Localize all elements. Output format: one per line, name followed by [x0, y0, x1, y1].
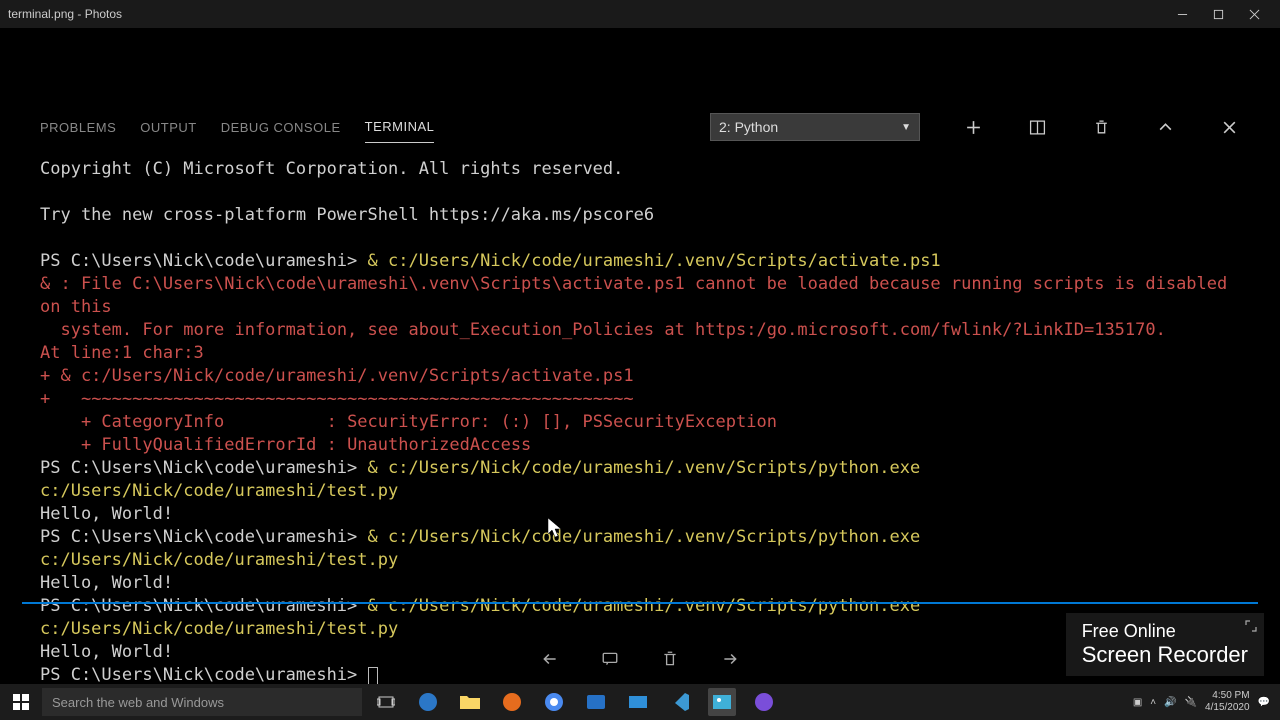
taskbar-apps: [372, 688, 778, 716]
maximize-panel-button[interactable]: [1154, 116, 1176, 138]
start-button[interactable]: [0, 684, 42, 720]
terminal-line: Copyright (C) Microsoft Corporation. All…: [40, 159, 623, 179]
windows-icon: [13, 694, 29, 710]
minimize-button[interactable]: [1164, 1, 1200, 27]
tab-output[interactable]: OUTPUT: [140, 112, 196, 143]
terminal-error-line: At line:1 char:3: [40, 343, 204, 363]
plus-icon: [965, 119, 982, 136]
firefox-app[interactable]: [498, 688, 526, 716]
terminal-error-line: + CategoryInfo :: [40, 412, 347, 432]
terminal-output-line: Hello, World!: [40, 504, 173, 524]
messenger-app[interactable]: [750, 688, 778, 716]
panel-divider[interactable]: [22, 602, 1258, 604]
folder-icon: [459, 693, 481, 711]
mail-app[interactable]: [624, 688, 652, 716]
terminal-error-line: ~~~~~~~~~~~~~~~~~~~~~~~~~~~~~~~~~~~~~~~~…: [50, 389, 633, 409]
tab-problems[interactable]: PROBLEMS: [40, 112, 116, 143]
watermark-line: Free Online: [1082, 621, 1248, 642]
terminal-error-line: + & c:/Users/Nick/code/urameshi/.venv/Sc…: [40, 366, 634, 386]
terminal-prompt: PS C:\Users\Nick\code\urameshi>: [40, 527, 368, 547]
close-icon: [1221, 119, 1238, 136]
chat-icon: [601, 650, 619, 668]
task-view-icon: [377, 693, 395, 711]
time: 4:50 PM: [1205, 690, 1250, 702]
photos-app[interactable]: [708, 688, 736, 716]
vscode-panel: PROBLEMS OUTPUT DEBUG CONSOLE TERMINAL 2…: [22, 108, 1258, 697]
powershell-app[interactable]: [582, 688, 610, 716]
tray-icon[interactable]: ▣: [1133, 697, 1142, 708]
arrow-left-icon: [541, 650, 559, 668]
date: 4/15/2020: [1205, 702, 1250, 714]
edge-icon: [417, 691, 439, 713]
notifications-icon[interactable]: 💬: [1258, 697, 1270, 708]
clock[interactable]: 4:50 PM 4/15/2020: [1205, 690, 1250, 714]
terminal-error-line: UnauthorizedAccess: [347, 435, 531, 455]
edge-app[interactable]: [414, 688, 442, 716]
new-terminal-button[interactable]: [962, 116, 984, 138]
terminal-error-line: & : File C:\Users\Nick\code\urameshi\.ve…: [40, 274, 1238, 317]
terminal-prompt: PS C:\Users\Nick\code\urameshi>: [40, 458, 368, 478]
chat-bubble-icon: [753, 691, 775, 713]
previous-button[interactable]: [539, 648, 561, 670]
close-icon: [1249, 9, 1260, 20]
arrow-right-icon: [721, 650, 739, 668]
tray-volume-icon[interactable]: 🔊: [1164, 697, 1176, 708]
split-layout-icon: [1029, 119, 1046, 136]
close-panel-button[interactable]: [1218, 116, 1240, 138]
photos-titlebar: terminal.png - Photos: [0, 0, 1280, 28]
terminal-prompt: PS C:\Users\Nick\code\urameshi>: [40, 596, 368, 616]
terminal-prompt: PS C:\Users\Nick\code\urameshi>: [40, 251, 368, 271]
trash-icon: [1093, 119, 1110, 136]
tab-debug-console[interactable]: DEBUG CONSOLE: [221, 112, 341, 143]
terminal-error-line: SecurityError: (:) [], PSSecurityExcepti…: [347, 412, 777, 432]
task-view-button[interactable]: [372, 688, 400, 716]
vscode-icon: [669, 691, 691, 713]
terminal-cursor: [368, 667, 378, 685]
terminal-selector-label: 2: Python: [719, 119, 778, 135]
terminal-error-line: + FullyQualifiedErrorId :: [40, 435, 347, 455]
firefox-icon: [501, 691, 523, 713]
file-explorer-app[interactable]: [456, 688, 484, 716]
terminal-error-line: +: [40, 389, 50, 409]
panel-tab-row: PROBLEMS OUTPUT DEBUG CONSOLE TERMINAL 2…: [22, 108, 1258, 146]
chrome-app[interactable]: [540, 688, 568, 716]
tray-chevron-up-icon[interactable]: ˄: [1150, 697, 1156, 708]
screen-recorder-watermark: Free Online Screen Recorder: [1066, 613, 1264, 676]
split-terminal-button[interactable]: [1026, 116, 1048, 138]
powershell-icon: [585, 691, 607, 713]
window-title: terminal.png - Photos: [8, 7, 1164, 21]
close-button[interactable]: [1236, 1, 1272, 27]
system-tray[interactable]: ▣ ˄ 🔊 🔌 4:50 PM 4/15/2020 💬: [1133, 690, 1280, 714]
minimize-icon: [1177, 9, 1188, 20]
chrome-icon: [543, 691, 565, 713]
chevron-down-icon: ▼: [901, 122, 911, 133]
tray-power-icon[interactable]: 🔌: [1185, 697, 1197, 708]
photos-icon: [711, 691, 733, 713]
taskbar: Search the web and Windows ▣ ˄ 🔊 🔌 4:50 …: [0, 684, 1280, 720]
terminal-error-line: system. For more information, see about_…: [40, 320, 1166, 340]
mail-icon: [627, 691, 649, 713]
trash-icon: [661, 650, 679, 668]
photos-toolbar: [539, 648, 741, 670]
terminal-prompt: PS C:\Users\Nick\code\urameshi>: [40, 665, 368, 685]
tab-terminal[interactable]: TERMINAL: [365, 111, 435, 143]
vscode-app[interactable]: [666, 688, 694, 716]
chevron-up-icon: [1157, 119, 1174, 136]
search-placeholder: Search the web and Windows: [52, 695, 224, 710]
terminal-command: & c:/Users/Nick/code/urameshi/.venv/Scri…: [368, 251, 941, 271]
watermark-line: Screen Recorder: [1082, 642, 1248, 668]
delete-button[interactable]: [659, 648, 681, 670]
terminal-line: Try the new cross-platform PowerShell ht…: [40, 205, 654, 225]
expand-icon[interactable]: [1244, 619, 1258, 638]
terminal-selector[interactable]: 2: Python ▼: [710, 113, 920, 141]
slideshow-button[interactable]: [599, 648, 621, 670]
maximize-icon: [1213, 9, 1224, 20]
next-button[interactable]: [719, 648, 741, 670]
kill-terminal-button[interactable]: [1090, 116, 1112, 138]
terminal-output-line: Hello, World!: [40, 573, 173, 593]
terminal-output-line: Hello, World!: [40, 642, 173, 662]
maximize-button[interactable]: [1200, 1, 1236, 27]
search-input[interactable]: Search the web and Windows: [42, 688, 362, 716]
